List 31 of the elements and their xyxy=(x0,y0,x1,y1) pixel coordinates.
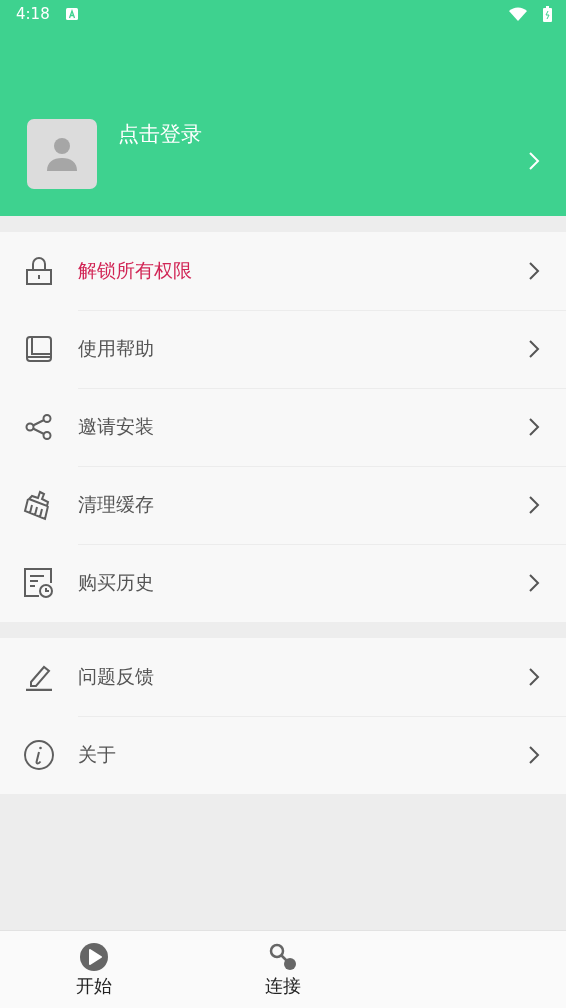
chevron-right-icon xyxy=(528,339,540,359)
edit-icon xyxy=(24,663,54,691)
battery-icon xyxy=(543,6,552,22)
share-icon xyxy=(25,414,53,440)
info-icon xyxy=(23,739,55,771)
person-icon xyxy=(47,137,77,171)
chevron-right-icon xyxy=(528,745,540,765)
chevron-right-icon xyxy=(528,417,540,437)
nav-tab[interactable]: 连接 xyxy=(188,931,378,1008)
lock-icon xyxy=(25,256,53,286)
menu-item[interactable]: 购买历史 xyxy=(78,570,528,596)
chevron-right-icon xyxy=(528,495,540,515)
book-icon xyxy=(25,335,53,363)
menu-item[interactable]: 邀请安装 xyxy=(78,414,528,440)
menu-item[interactable]: 关于 xyxy=(78,742,528,768)
menu-item[interactable]: 使用帮助 xyxy=(78,336,528,362)
menu-item[interactable]: 清理缓存 xyxy=(78,492,528,518)
menu-item[interactable]: 问题反馈 xyxy=(78,664,528,690)
nav-tab[interactable]: 开始 xyxy=(0,931,189,1008)
history-icon xyxy=(23,567,55,599)
chevron-right-icon xyxy=(528,573,540,593)
chevron-right-icon xyxy=(528,667,540,687)
play-icon xyxy=(79,941,110,972)
keyboard-icon xyxy=(65,8,78,20)
connection-icon xyxy=(268,941,298,972)
wifi-icon xyxy=(509,7,527,21)
status-time: 4:18 xyxy=(16,5,50,23)
chevron-right-icon xyxy=(528,151,540,171)
chevron-right-icon xyxy=(528,261,540,281)
avatar[interactable] xyxy=(27,119,97,189)
menu-item[interactable]: 解锁所有权限 xyxy=(78,258,528,284)
